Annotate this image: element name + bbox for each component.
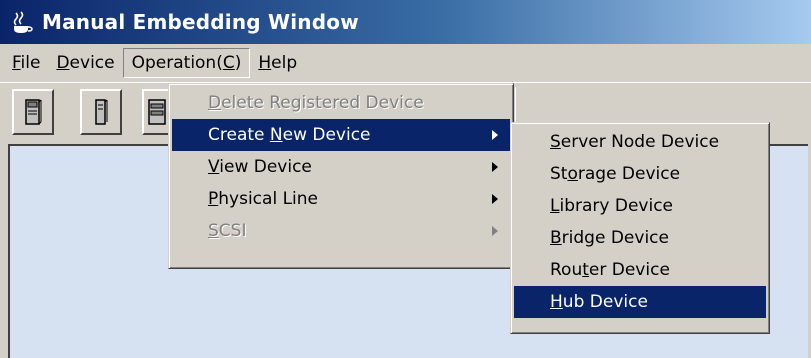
toolbar-storage-button[interactable] [80, 89, 122, 135]
menu-item-mnemonic: H [550, 292, 563, 312]
coffee-cup-icon [13, 11, 33, 33]
menu-item-scsi[interactable]: SCSI [172, 215, 510, 247]
window-title: Manual Embedding Window [42, 10, 359, 34]
menu-item-mnemonic: D [208, 93, 222, 113]
menu-bar: File Device Operation(C) Help [0, 44, 811, 82]
menu-help[interactable]: Help [250, 48, 305, 78]
library-device-icon [148, 99, 166, 125]
menu-item-library-device[interactable]: Library Device [514, 190, 766, 222]
menu-item-text-rest: ew Device [282, 125, 371, 145]
menu-item-text-rest: ub Device [562, 292, 648, 312]
menu-file-text-rest: ile [20, 53, 41, 73]
operation-menu: Delete Registered Device Create New Devi… [168, 83, 514, 269]
menu-item-text: Rou [550, 260, 583, 280]
menu-item-text-rest: er Device [588, 260, 670, 280]
menu-item-view-device[interactable]: View Device [172, 151, 510, 183]
menu-device-mnemonic: D [56, 53, 70, 73]
menu-item-text: St [550, 164, 568, 184]
menu-help-mnemonic: H [258, 53, 272, 73]
menu-item-text-rest: rage Device [577, 164, 681, 184]
menu-operation-text: Operation( [131, 53, 223, 73]
menu-item-delete-registered-device[interactable]: Delete Registered Device [172, 87, 510, 119]
menu-item-mnemonic: N [269, 125, 283, 145]
menu-item-bridge-device[interactable]: Bridge Device [514, 222, 766, 254]
menu-item-hub-device[interactable]: Hub Device [514, 286, 766, 318]
menu-item-text-rest: hysical Line [218, 189, 318, 209]
menu-item-mnemonic: o [567, 164, 578, 184]
toolbar-server-button[interactable] [12, 89, 54, 135]
submenu-arrow-icon [492, 194, 498, 204]
menu-item-storage-device[interactable]: Storage Device [514, 158, 766, 190]
menu-item-text-rest: ridge Device [561, 228, 669, 248]
submenu-arrow-icon [492, 162, 498, 172]
menu-item-router-device[interactable]: Router Device [514, 254, 766, 286]
storage-device-icon [95, 99, 108, 125]
menu-item-text-rest: ibrary Device [559, 196, 673, 216]
menu-help-text-rest: elp [271, 53, 298, 73]
menu-file-mnemonic: F [12, 53, 21, 73]
menu-device[interactable]: Device [48, 48, 122, 78]
menu-device-text-rest: evice [69, 53, 115, 73]
manual-embedding-window: Manual Embedding Window File Device Oper… [0, 0, 811, 358]
menu-item-text: Create [208, 125, 270, 145]
menu-item-mnemonic: V [208, 157, 220, 177]
menu-file[interactable]: File [4, 48, 48, 78]
menu-operation-mnemonic: C [222, 53, 235, 73]
menu-item-text-rest: erver Node Device [560, 132, 720, 152]
create-new-device-submenu: Server Node Device Storage Device Librar… [510, 122, 770, 334]
server-device-icon [25, 99, 42, 125]
submenu-arrow-icon [492, 130, 498, 140]
menu-item-mnemonic: S [550, 132, 561, 152]
menu-item-text-rest: CSI [218, 221, 247, 241]
menu-item-text-rest: elete Registered Device [221, 93, 424, 113]
title-bar[interactable]: Manual Embedding Window [0, 0, 811, 44]
menu-item-mnemonic: S [208, 221, 219, 241]
menu-item-text-rest: iew Device [219, 157, 312, 177]
menu-item-mnemonic: t [582, 260, 589, 280]
menu-item-server-node-device[interactable]: Server Node Device [514, 126, 766, 158]
menu-operation-text-rest: ) [234, 53, 242, 73]
submenu-arrow-icon [492, 226, 498, 236]
menu-item-mnemonic: P [208, 189, 219, 209]
menu-item-mnemonic: B [550, 228, 562, 248]
menu-item-create-new-device[interactable]: Create New Device [172, 119, 510, 151]
menu-item-physical-line[interactable]: Physical Line [172, 183, 510, 215]
menu-operation[interactable]: Operation(C) [122, 48, 251, 78]
